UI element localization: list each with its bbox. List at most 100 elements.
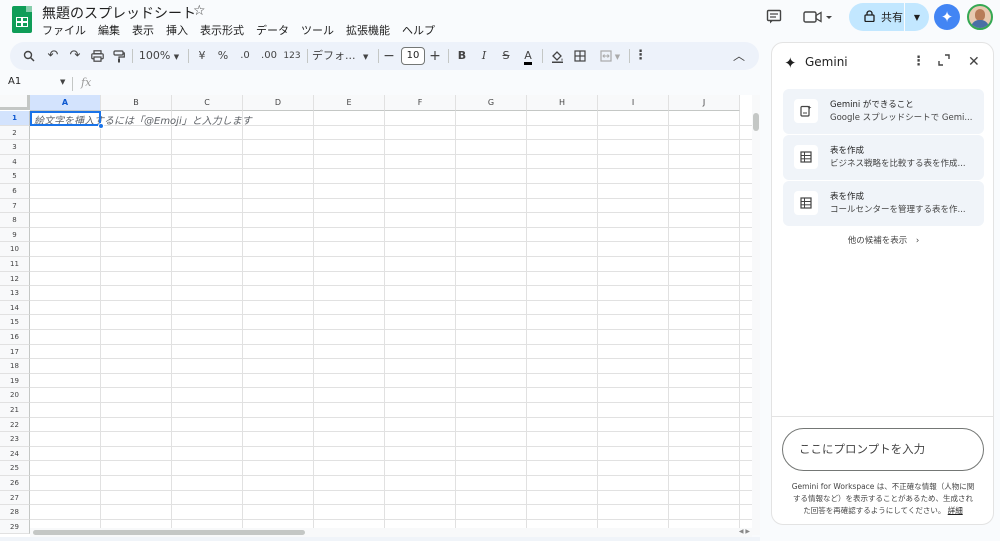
- column-header[interactable]: I: [598, 95, 669, 111]
- comments-icon[interactable]: [766, 9, 782, 29]
- suggestion-card[interactable]: Gemini ができること Google スプレッドシートで Gemi...: [783, 89, 984, 134]
- row-header[interactable]: 19: [0, 373, 30, 389]
- print-icon[interactable]: [88, 42, 106, 70]
- fill-handle[interactable]: [98, 123, 104, 129]
- font-family-select[interactable]: デフォ... ▼: [312, 42, 372, 70]
- paint-format-icon[interactable]: [110, 42, 128, 70]
- redo-icon[interactable]: ↷: [66, 42, 84, 70]
- prompt-input[interactable]: ここにプロンプトを入力: [782, 428, 984, 471]
- row-header[interactable]: 20: [0, 388, 30, 403]
- row-header[interactable]: 10: [0, 242, 30, 257]
- document-title[interactable]: 無題のスプレッドシート: [42, 3, 196, 23]
- horizontal-scroll-thumb[interactable]: [33, 530, 305, 535]
- vertical-scroll-thumb[interactable]: [753, 113, 759, 131]
- increase-decimal-button[interactable]: .00: [258, 42, 280, 70]
- row-header[interactable]: 9: [0, 227, 30, 243]
- column-header[interactable]: C: [172, 95, 243, 111]
- column-header[interactable]: B: [101, 95, 172, 111]
- percent-format-button[interactable]: %: [215, 42, 231, 70]
- row-header[interactable]: 6: [0, 184, 30, 199]
- decrease-font-size-button[interactable]: −: [382, 42, 396, 70]
- italic-button[interactable]: I: [476, 42, 492, 70]
- row-header[interactable]: 27: [0, 490, 30, 506]
- meet-video-icon[interactable]: [803, 9, 833, 29]
- increase-font-size-button[interactable]: +: [428, 42, 442, 70]
- select-all-corner[interactable]: [0, 95, 30, 110]
- horizontal-scrollbar[interactable]: ◀ ▶: [30, 528, 752, 537]
- vertical-scrollbar[interactable]: [752, 95, 760, 535]
- more-options-icon[interactable]: ⋮: [634, 42, 647, 70]
- font-size-input[interactable]: 10: [401, 47, 425, 65]
- menu-tools[interactable]: ツール: [301, 22, 334, 38]
- row-header[interactable]: 18: [0, 359, 30, 374]
- name-box[interactable]: A1: [8, 76, 68, 87]
- sheets-logo-icon[interactable]: [12, 6, 32, 33]
- menu-help[interactable]: ヘルプ: [402, 22, 435, 38]
- row-header[interactable]: 11: [0, 257, 30, 272]
- menu-edit[interactable]: 編集: [98, 22, 120, 38]
- fill-color-icon[interactable]: [548, 42, 566, 70]
- show-more-suggestions-link[interactable]: 他の候補を表示 ›: [772, 234, 995, 246]
- row-header[interactable]: 15: [0, 315, 30, 330]
- avatar[interactable]: [967, 4, 993, 30]
- row-header[interactable]: 23: [0, 432, 30, 447]
- row-header[interactable]: 12: [0, 271, 30, 287]
- merge-cells-icon[interactable]: ▼: [595, 42, 625, 70]
- expand-icon[interactable]: [938, 54, 950, 70]
- row-header[interactable]: 16: [0, 330, 30, 345]
- column-header[interactable]: H: [527, 95, 598, 111]
- currency-format-button[interactable]: ¥: [194, 42, 210, 70]
- menu-extensions[interactable]: 拡張機能: [346, 22, 390, 38]
- menu-view[interactable]: 表示: [132, 22, 154, 38]
- column-header[interactable]: G: [456, 95, 527, 111]
- gemini-more-icon[interactable]: ⋮: [912, 54, 925, 69]
- share-dropdown-icon[interactable]: ▼: [905, 13, 929, 22]
- row-header[interactable]: 8: [0, 213, 30, 228]
- decrease-decimal-button[interactable]: .0: [236, 42, 254, 70]
- suggestion-card[interactable]: 表を作成 コールセンターを管理する表を作...: [783, 181, 984, 226]
- row-header[interactable]: 13: [0, 286, 30, 301]
- spreadsheet-grid[interactable]: ABCDEFGHIJ 1 2 3 4 5 6 7 8 9 10 11 12 13 14 15 16 17 18 19…: [0, 95, 752, 541]
- row-header[interactable]: 26: [0, 476, 30, 491]
- column-header[interactable]: E: [314, 95, 385, 111]
- row-header[interactable]: 29: [0, 519, 30, 535]
- menu-insert[interactable]: 挿入: [166, 22, 188, 38]
- column-header[interactable]: A: [30, 95, 101, 111]
- column-header[interactable]: J: [669, 95, 740, 111]
- borders-icon[interactable]: [571, 42, 589, 70]
- row-header[interactable]: 14: [0, 300, 30, 316]
- row-header[interactable]: 24: [0, 446, 30, 462]
- row-header[interactable]: 5: [0, 169, 30, 184]
- menu-format[interactable]: 表示形式: [200, 22, 244, 38]
- row-header[interactable]: 17: [0, 344, 30, 360]
- close-icon[interactable]: ✕: [968, 54, 980, 70]
- bold-button[interactable]: B: [454, 42, 470, 70]
- star-icon[interactable]: ☆: [193, 3, 206, 19]
- undo-icon[interactable]: ↶: [44, 42, 62, 70]
- row-header[interactable]: 21: [0, 403, 30, 418]
- menu-file[interactable]: ファイル: [42, 22, 86, 38]
- row-header[interactable]: 1: [0, 111, 30, 126]
- gemini-sparkle-button[interactable]: ✦: [934, 4, 960, 30]
- text-color-button[interactable]: A: [520, 42, 536, 70]
- row-header[interactable]: 22: [0, 417, 30, 433]
- share-button[interactable]: 共有 ▼: [849, 3, 929, 31]
- search-menus-icon[interactable]: [20, 42, 38, 70]
- column-header[interactable]: D: [243, 95, 314, 111]
- name-box-dropdown-icon[interactable]: ▼: [60, 78, 65, 86]
- learn-more-link[interactable]: 詳細: [948, 506, 963, 515]
- row-header[interactable]: 4: [0, 154, 30, 170]
- row-header[interactable]: 2: [0, 125, 30, 141]
- zoom-select[interactable]: 100% ▼: [134, 42, 184, 70]
- row-header[interactable]: 28: [0, 505, 30, 520]
- collapse-menus-icon[interactable]: ︿: [730, 42, 748, 70]
- suggestion-card[interactable]: 表を作成 ビジネス戦略を比較する表を作成...: [783, 135, 984, 180]
- column-header[interactable]: F: [385, 95, 456, 111]
- row-header[interactable]: 3: [0, 140, 30, 155]
- more-formats-button[interactable]: 123: [282, 42, 302, 70]
- selected-cell-a1[interactable]: [30, 111, 101, 126]
- row-header[interactable]: 25: [0, 461, 30, 476]
- menu-data[interactable]: データ: [256, 22, 289, 38]
- strikethrough-button[interactable]: S: [498, 42, 514, 70]
- scroll-arrows-icon[interactable]: ◀ ▶: [739, 528, 750, 535]
